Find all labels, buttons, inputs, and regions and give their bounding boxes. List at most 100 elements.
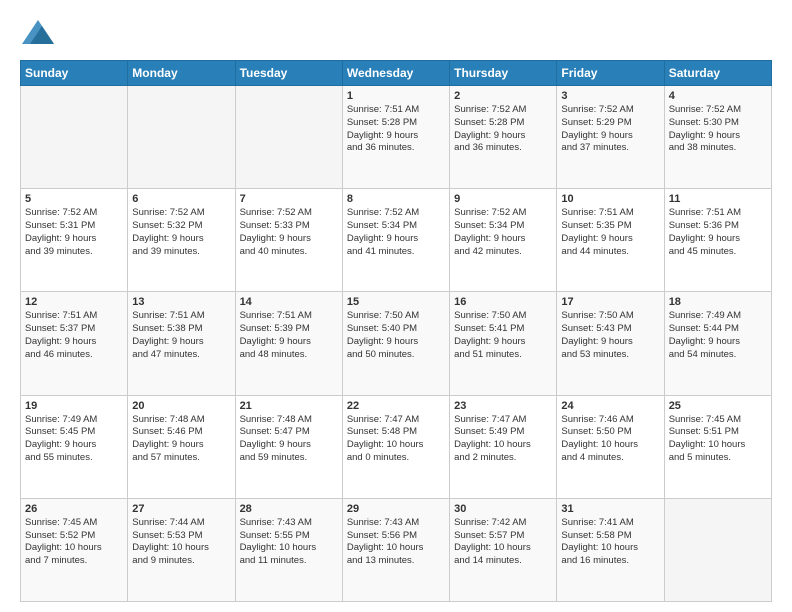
day-number: 21 — [240, 400, 338, 412]
day-detail: Sunrise: 7:52 AM Sunset: 5:31 PM Dayligh… — [25, 207, 123, 258]
day-detail: Sunrise: 7:41 AM Sunset: 5:58 PM Dayligh… — [561, 517, 659, 568]
day-number: 6 — [132, 193, 230, 205]
day-cell: 26 Sunrise: 7:45 AM Sunset: 5:52 PM Dayli… — [21, 498, 128, 601]
week-row-4: 26 Sunrise: 7:45 AM Sunset: 5:52 PM Dayli… — [21, 498, 772, 601]
day-cell: 7 Sunrise: 7:52 AM Sunset: 5:33 PM Daylig… — [235, 189, 342, 292]
day-cell: 17 Sunrise: 7:50 AM Sunset: 5:43 PM Dayli… — [557, 292, 664, 395]
day-detail: Sunrise: 7:45 AM Sunset: 5:52 PM Dayligh… — [25, 517, 123, 568]
day-number: 15 — [347, 296, 445, 308]
header-cell-saturday: Saturday — [664, 61, 771, 86]
day-detail: Sunrise: 7:43 AM Sunset: 5:55 PM Dayligh… — [240, 517, 338, 568]
day-detail: Sunrise: 7:52 AM Sunset: 5:32 PM Dayligh… — [132, 207, 230, 258]
day-number: 3 — [561, 90, 659, 102]
day-cell: 15Sunrise: 7:50 AM Sunset: 5:40 PM Dayli… — [342, 292, 449, 395]
day-number: 16 — [454, 296, 552, 308]
day-detail: Sunrise: 7:51 AM Sunset: 5:38 PM Dayligh… — [132, 310, 230, 361]
day-number: 23 — [454, 400, 552, 412]
day-number: 13 — [132, 296, 230, 308]
day-number: 25 — [669, 400, 767, 412]
day-cell: 16 Sunrise: 7:50 AM Sunset: 5:41 PM Dayli… — [450, 292, 557, 395]
day-number: 11 — [669, 193, 767, 205]
day-number: 31 — [561, 503, 659, 515]
day-number: 26 — [25, 503, 123, 515]
day-detail: Sunrise: 7:47 AM Sunset: 5:49 PM Dayligh… — [454, 414, 552, 465]
day-detail: Sunrise: 7:52 AM Sunset: 5:28 PM Dayligh… — [454, 104, 552, 155]
day-cell: 21 Sunrise: 7:48 AM Sunset: 5:47 PM Dayli… — [235, 395, 342, 498]
day-number: 2 — [454, 90, 552, 102]
day-cell — [21, 86, 128, 189]
day-cell: 18Sunrise: 7:49 AM Sunset: 5:44 PM Dayli… — [664, 292, 771, 395]
day-cell: 31 Sunrise: 7:41 AM Sunset: 5:58 PM Dayli… — [557, 498, 664, 601]
day-number: 22 — [347, 400, 445, 412]
day-number: 9 — [454, 193, 552, 205]
header-row: SundayMondayTuesdayWednesdayThursdayFrid… — [21, 61, 772, 86]
header-cell-friday: Friday — [557, 61, 664, 86]
day-cell: 10 Sunrise: 7:51 AM Sunset: 5:35 PM Dayli… — [557, 189, 664, 292]
day-cell: 2 Sunrise: 7:52 AM Sunset: 5:28 PM Daylig… — [450, 86, 557, 189]
day-detail: Sunrise: 7:50 AM Sunset: 5:41 PM Dayligh… — [454, 310, 552, 361]
day-cell: 5 Sunrise: 7:52 AM Sunset: 5:31 PM Daylig… — [21, 189, 128, 292]
calendar-table: SundayMondayTuesdayWednesdayThursdayFrid… — [20, 60, 772, 602]
day-detail: Sunrise: 7:51 AM Sunset: 5:37 PM Dayligh… — [25, 310, 123, 361]
day-cell — [664, 498, 771, 601]
day-number: 18 — [669, 296, 767, 308]
day-number: 8 — [347, 193, 445, 205]
day-cell: 8 Sunrise: 7:52 AM Sunset: 5:34 PM Daylig… — [342, 189, 449, 292]
day-cell: 27 Sunrise: 7:44 AM Sunset: 5:53 PM Dayli… — [128, 498, 235, 601]
header — [20, 16, 772, 52]
day-detail: Sunrise: 7:47 AM Sunset: 5:48 PM Dayligh… — [347, 414, 445, 465]
header-cell-monday: Monday — [128, 61, 235, 86]
day-cell: 4 Sunrise: 7:52 AM Sunset: 5:30 PM Daylig… — [664, 86, 771, 189]
day-detail: Sunrise: 7:51 AM Sunset: 5:39 PM Dayligh… — [240, 310, 338, 361]
day-cell: 29 Sunrise: 7:43 AM Sunset: 5:56 PM Dayli… — [342, 498, 449, 601]
day-cell — [128, 86, 235, 189]
day-number: 10 — [561, 193, 659, 205]
day-cell: 30Sunrise: 7:42 AM Sunset: 5:57 PM Dayli… — [450, 498, 557, 601]
day-cell: 28Sunrise: 7:43 AM Sunset: 5:55 PM Dayli… — [235, 498, 342, 601]
day-number: 29 — [347, 503, 445, 515]
day-number: 5 — [25, 193, 123, 205]
day-cell: 3Sunrise: 7:52 AM Sunset: 5:29 PM Daylig… — [557, 86, 664, 189]
day-detail: Sunrise: 7:52 AM Sunset: 5:34 PM Dayligh… — [347, 207, 445, 258]
day-cell: 25 Sunrise: 7:45 AM Sunset: 5:51 PM Dayli… — [664, 395, 771, 498]
header-cell-tuesday: Tuesday — [235, 61, 342, 86]
day-detail: Sunrise: 7:45 AM Sunset: 5:51 PM Dayligh… — [669, 414, 767, 465]
day-number: 27 — [132, 503, 230, 515]
day-detail: Sunrise: 7:52 AM Sunset: 5:30 PM Dayligh… — [669, 104, 767, 155]
day-number: 24 — [561, 400, 659, 412]
day-cell: 24 Sunrise: 7:46 AM Sunset: 5:50 PM Dayli… — [557, 395, 664, 498]
logo — [20, 16, 62, 52]
day-detail: Sunrise: 7:52 AM Sunset: 5:33 PM Dayligh… — [240, 207, 338, 258]
day-detail: Sunrise: 7:46 AM Sunset: 5:50 PM Dayligh… — [561, 414, 659, 465]
week-row-2: 12 Sunrise: 7:51 AM Sunset: 5:37 PM Dayli… — [21, 292, 772, 395]
header-cell-thursday: Thursday — [450, 61, 557, 86]
day-cell: 6 Sunrise: 7:52 AM Sunset: 5:32 PM Daylig… — [128, 189, 235, 292]
day-detail: Sunrise: 7:52 AM Sunset: 5:34 PM Dayligh… — [454, 207, 552, 258]
day-detail: Sunrise: 7:49 AM Sunset: 5:45 PM Dayligh… — [25, 414, 123, 465]
day-detail: Sunrise: 7:48 AM Sunset: 5:47 PM Dayligh… — [240, 414, 338, 465]
day-number: 17 — [561, 296, 659, 308]
day-number: 20 — [132, 400, 230, 412]
day-cell: 14 Sunrise: 7:51 AM Sunset: 5:39 PM Dayli… — [235, 292, 342, 395]
day-detail: Sunrise: 7:50 AM Sunset: 5:43 PM Dayligh… — [561, 310, 659, 361]
day-cell: 22 Sunrise: 7:47 AM Sunset: 5:48 PM Dayli… — [342, 395, 449, 498]
week-row-3: 19Sunrise: 7:49 AM Sunset: 5:45 PM Dayli… — [21, 395, 772, 498]
day-number: 30 — [454, 503, 552, 515]
day-cell: 20 Sunrise: 7:48 AM Sunset: 5:46 PM Dayli… — [128, 395, 235, 498]
day-cell: 19Sunrise: 7:49 AM Sunset: 5:45 PM Dayli… — [21, 395, 128, 498]
logo-icon — [20, 16, 56, 52]
day-detail: Sunrise: 7:48 AM Sunset: 5:46 PM Dayligh… — [132, 414, 230, 465]
day-number: 12 — [25, 296, 123, 308]
day-detail: Sunrise: 7:51 AM Sunset: 5:28 PM Dayligh… — [347, 104, 445, 155]
page: SundayMondayTuesdayWednesdayThursdayFrid… — [0, 0, 792, 612]
day-number: 14 — [240, 296, 338, 308]
day-detail: Sunrise: 7:44 AM Sunset: 5:53 PM Dayligh… — [132, 517, 230, 568]
calendar-header: SundayMondayTuesdayWednesdayThursdayFrid… — [21, 61, 772, 86]
day-number: 7 — [240, 193, 338, 205]
day-cell: 13 Sunrise: 7:51 AM Sunset: 5:38 PM Dayli… — [128, 292, 235, 395]
day-detail: Sunrise: 7:43 AM Sunset: 5:56 PM Dayligh… — [347, 517, 445, 568]
week-row-0: 1 Sunrise: 7:51 AM Sunset: 5:28 PM Daylig… — [21, 86, 772, 189]
day-number: 1 — [347, 90, 445, 102]
day-detail: Sunrise: 7:51 AM Sunset: 5:35 PM Dayligh… — [561, 207, 659, 258]
day-number: 4 — [669, 90, 767, 102]
